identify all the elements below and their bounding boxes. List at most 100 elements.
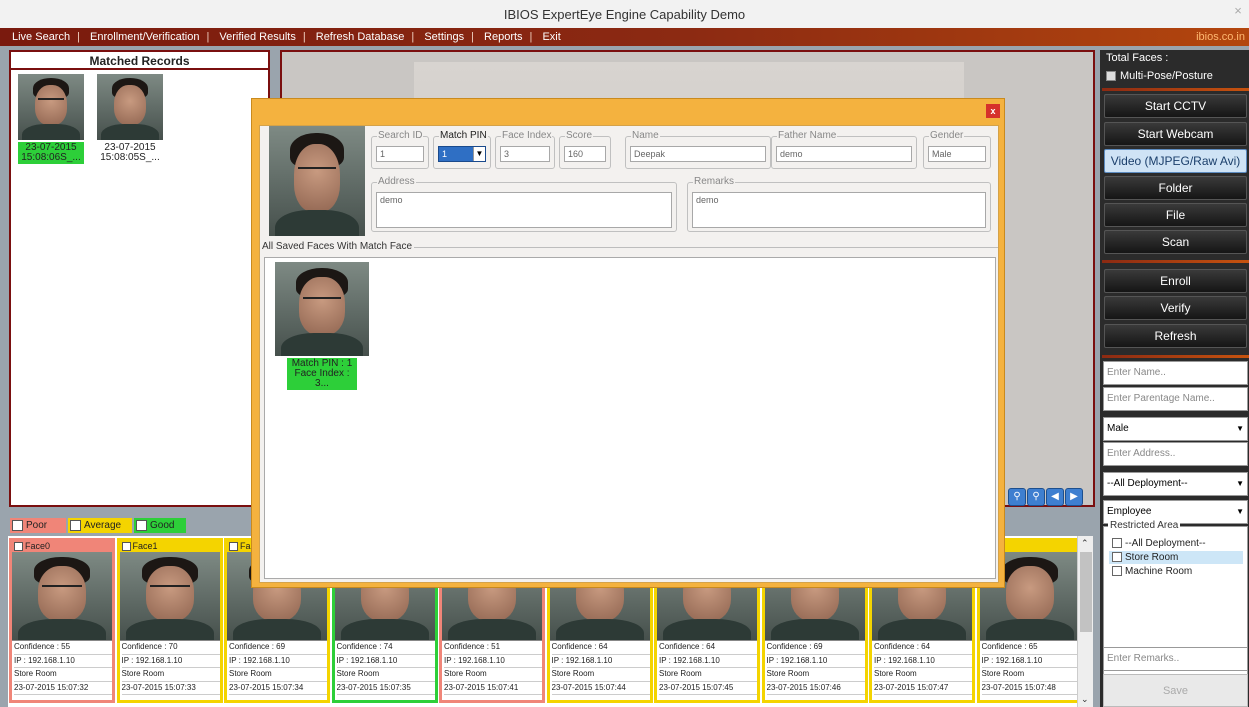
restricted-item-store-room[interactable]: Store Room — [1109, 551, 1243, 564]
face-card-time: 23-07-2015 15:07:44 — [551, 682, 650, 695]
checkbox[interactable] — [1112, 552, 1122, 562]
face-card-info: Confidence : 70 IP : 192.168.1.10 Store Ro… — [119, 640, 220, 695]
face-card-ip: IP : 192.168.1.10 — [444, 655, 542, 668]
menu-reports[interactable]: Reports — [484, 31, 523, 43]
address-label: Address — [377, 176, 416, 187]
brand-link[interactable]: ibios.co.in — [1196, 31, 1245, 43]
legend-average[interactable]: Average — [68, 518, 132, 533]
face-card-ip: IP : 192.168.1.10 — [121, 655, 220, 668]
face-card-info: Confidence : 51 IP : 192.168.1.10 Store Ro… — [442, 640, 542, 695]
menu-exit[interactable]: Exit — [542, 31, 560, 43]
face-card-ip: IP : 192.168.1.10 — [766, 655, 865, 668]
menu-enrollment-verification[interactable]: Enrollment/Verification — [90, 31, 199, 43]
multi-pose-checkbox[interactable]: Multi-Pose/Posture — [1106, 70, 1213, 82]
menu-separator: | — [206, 31, 210, 43]
face-card-info: Confidence : 64 IP : 192.168.1.10 Store Ro… — [657, 640, 757, 695]
match-pin-select[interactable]: 1 ▼ — [438, 146, 486, 162]
face-card-location: Store Room — [444, 668, 542, 682]
address-field[interactable]: demo — [376, 192, 672, 228]
video-button[interactable]: Video (MJPEG/Raw Avi) — [1104, 149, 1247, 173]
remarks-input[interactable]: Enter Remarks.. — [1103, 647, 1248, 671]
match-pin-group: Match PIN 1 ▼ — [433, 130, 491, 169]
gender-select[interactable]: Male ▼ — [1103, 417, 1248, 441]
saved-faces-label: All Saved Faces With Match Face — [262, 241, 415, 252]
deployment-select[interactable]: --All Deployment-- ▼ — [1103, 472, 1248, 496]
total-faces-label: Total Faces : — [1106, 52, 1169, 64]
face-card-info: Confidence : 74 IP : 192.168.1.10 Store Ro… — [334, 640, 435, 695]
face-image — [12, 552, 112, 640]
folder-button[interactable]: Folder — [1104, 176, 1247, 200]
match-details-dialog: x Search ID 1 Match PIN 1 ▼ Face Index 3 … — [251, 98, 1005, 588]
restricted-item-all[interactable]: --All Deployment-- — [1109, 537, 1243, 550]
chevron-down-icon: ▼ — [1236, 507, 1244, 516]
face-card[interactable]: Face1 Confidence : 70 IP : 192.168.1.10 Sto… — [116, 538, 223, 703]
face-card-location: Store Room — [981, 668, 1080, 682]
search-id-field[interactable]: 1 — [376, 146, 424, 162]
face-card[interactable]: Face0 Confidence : 55 IP : 192.168.1.10 Sto… — [9, 538, 115, 703]
checkbox[interactable] — [1106, 71, 1116, 81]
checkbox[interactable] — [1112, 566, 1122, 576]
faces-scrollbar[interactable]: ⌃ ⌄ — [1077, 536, 1093, 707]
saved-face-index: Face Index : 3... — [294, 368, 350, 389]
checkbox[interactable] — [121, 542, 131, 551]
checkbox[interactable] — [14, 542, 23, 551]
arrow-left-icon[interactable]: ◀ — [1046, 488, 1064, 506]
scan-button[interactable]: Scan — [1104, 230, 1247, 254]
menu-separator: | — [529, 31, 533, 43]
profile-face-image — [269, 126, 365, 236]
start-cctv-button[interactable]: Start CCTV — [1104, 94, 1247, 118]
remarks-field[interactable]: demo — [692, 192, 986, 228]
face-card-ip: IP : 192.168.1.10 — [981, 655, 1080, 668]
zoom-out-icon[interactable]: ⚲ — [1027, 488, 1045, 506]
checkbox[interactable] — [12, 520, 23, 531]
search-id-label: Search ID — [377, 130, 424, 141]
arrow-right-icon[interactable]: ▶ — [1065, 488, 1083, 506]
face-index-field[interactable]: 3 — [500, 146, 550, 162]
father-name-group: Father Name demo — [771, 130, 917, 169]
dialog-close-icon[interactable]: x — [986, 104, 1000, 118]
face-card-info: Confidence : 64 IP : 192.168.1.10 Store Ro… — [549, 640, 650, 695]
save-button[interactable]: Save — [1103, 674, 1248, 707]
camera-toolbar: ⚲ ⚲ ◀ ▶ — [1008, 488, 1084, 506]
father-name-field[interactable]: demo — [776, 146, 912, 162]
restricted-item-machine-room[interactable]: Machine Room — [1109, 565, 1243, 578]
verify-button[interactable]: Verify — [1104, 296, 1247, 320]
enroll-button[interactable]: Enroll — [1104, 269, 1247, 293]
restricted-item-label: --All Deployment-- — [1125, 538, 1206, 549]
scroll-thumb[interactable] — [1080, 552, 1092, 632]
checkbox[interactable] — [229, 542, 238, 551]
scroll-down-icon[interactable]: ⌄ — [1081, 694, 1089, 705]
window-close-icon[interactable]: × — [1231, 4, 1245, 18]
address-input[interactable]: Enter Address.. — [1103, 442, 1248, 466]
checkbox[interactable] — [70, 520, 81, 531]
deployment-value: --All Deployment-- — [1107, 478, 1188, 489]
menu-settings[interactable]: Settings — [424, 31, 464, 43]
divider — [1102, 88, 1249, 91]
menu-live-search[interactable]: Live Search — [12, 31, 70, 43]
refresh-button[interactable]: Refresh — [1104, 324, 1247, 348]
legend-good[interactable]: Good — [134, 518, 186, 533]
checkbox[interactable] — [1112, 538, 1122, 548]
zoom-in-icon[interactable]: ⚲ — [1008, 488, 1026, 506]
scroll-up-icon[interactable]: ⌃ — [1081, 538, 1089, 549]
file-button[interactable]: File — [1104, 203, 1247, 227]
gender-field[interactable]: Male — [928, 146, 986, 162]
name-field[interactable]: Deepak — [630, 146, 766, 162]
start-webcam-button[interactable]: Start Webcam — [1104, 122, 1247, 146]
face-image — [18, 74, 84, 140]
face-card-location: Store Room — [229, 668, 327, 682]
menu-refresh-database[interactable]: Refresh Database — [316, 31, 405, 43]
saved-face-image[interactable] — [275, 262, 369, 356]
face-card-time: 23-07-2015 15:07:34 — [229, 682, 327, 695]
matched-record[interactable]: 23-07-2015 15:08:06S_... — [18, 74, 84, 164]
title-bar: IBIOS ExpertEye Engine Capability Demo × — [0, 0, 1249, 28]
checkbox[interactable] — [136, 520, 147, 531]
name-input[interactable]: Enter Name.. — [1103, 361, 1248, 385]
score-field[interactable]: 160 — [564, 146, 606, 162]
menu-verified-results[interactable]: Verified Results — [219, 31, 295, 43]
parentage-input[interactable]: Enter Parentage Name.. — [1103, 387, 1248, 411]
legend-poor[interactable]: Poor — [10, 518, 66, 533]
chevron-down-icon: ▼ — [1236, 424, 1244, 433]
chevron-down-icon: ▼ — [1236, 479, 1244, 488]
matched-record[interactable]: 23-07-2015 15:08:05S_... — [97, 74, 163, 164]
